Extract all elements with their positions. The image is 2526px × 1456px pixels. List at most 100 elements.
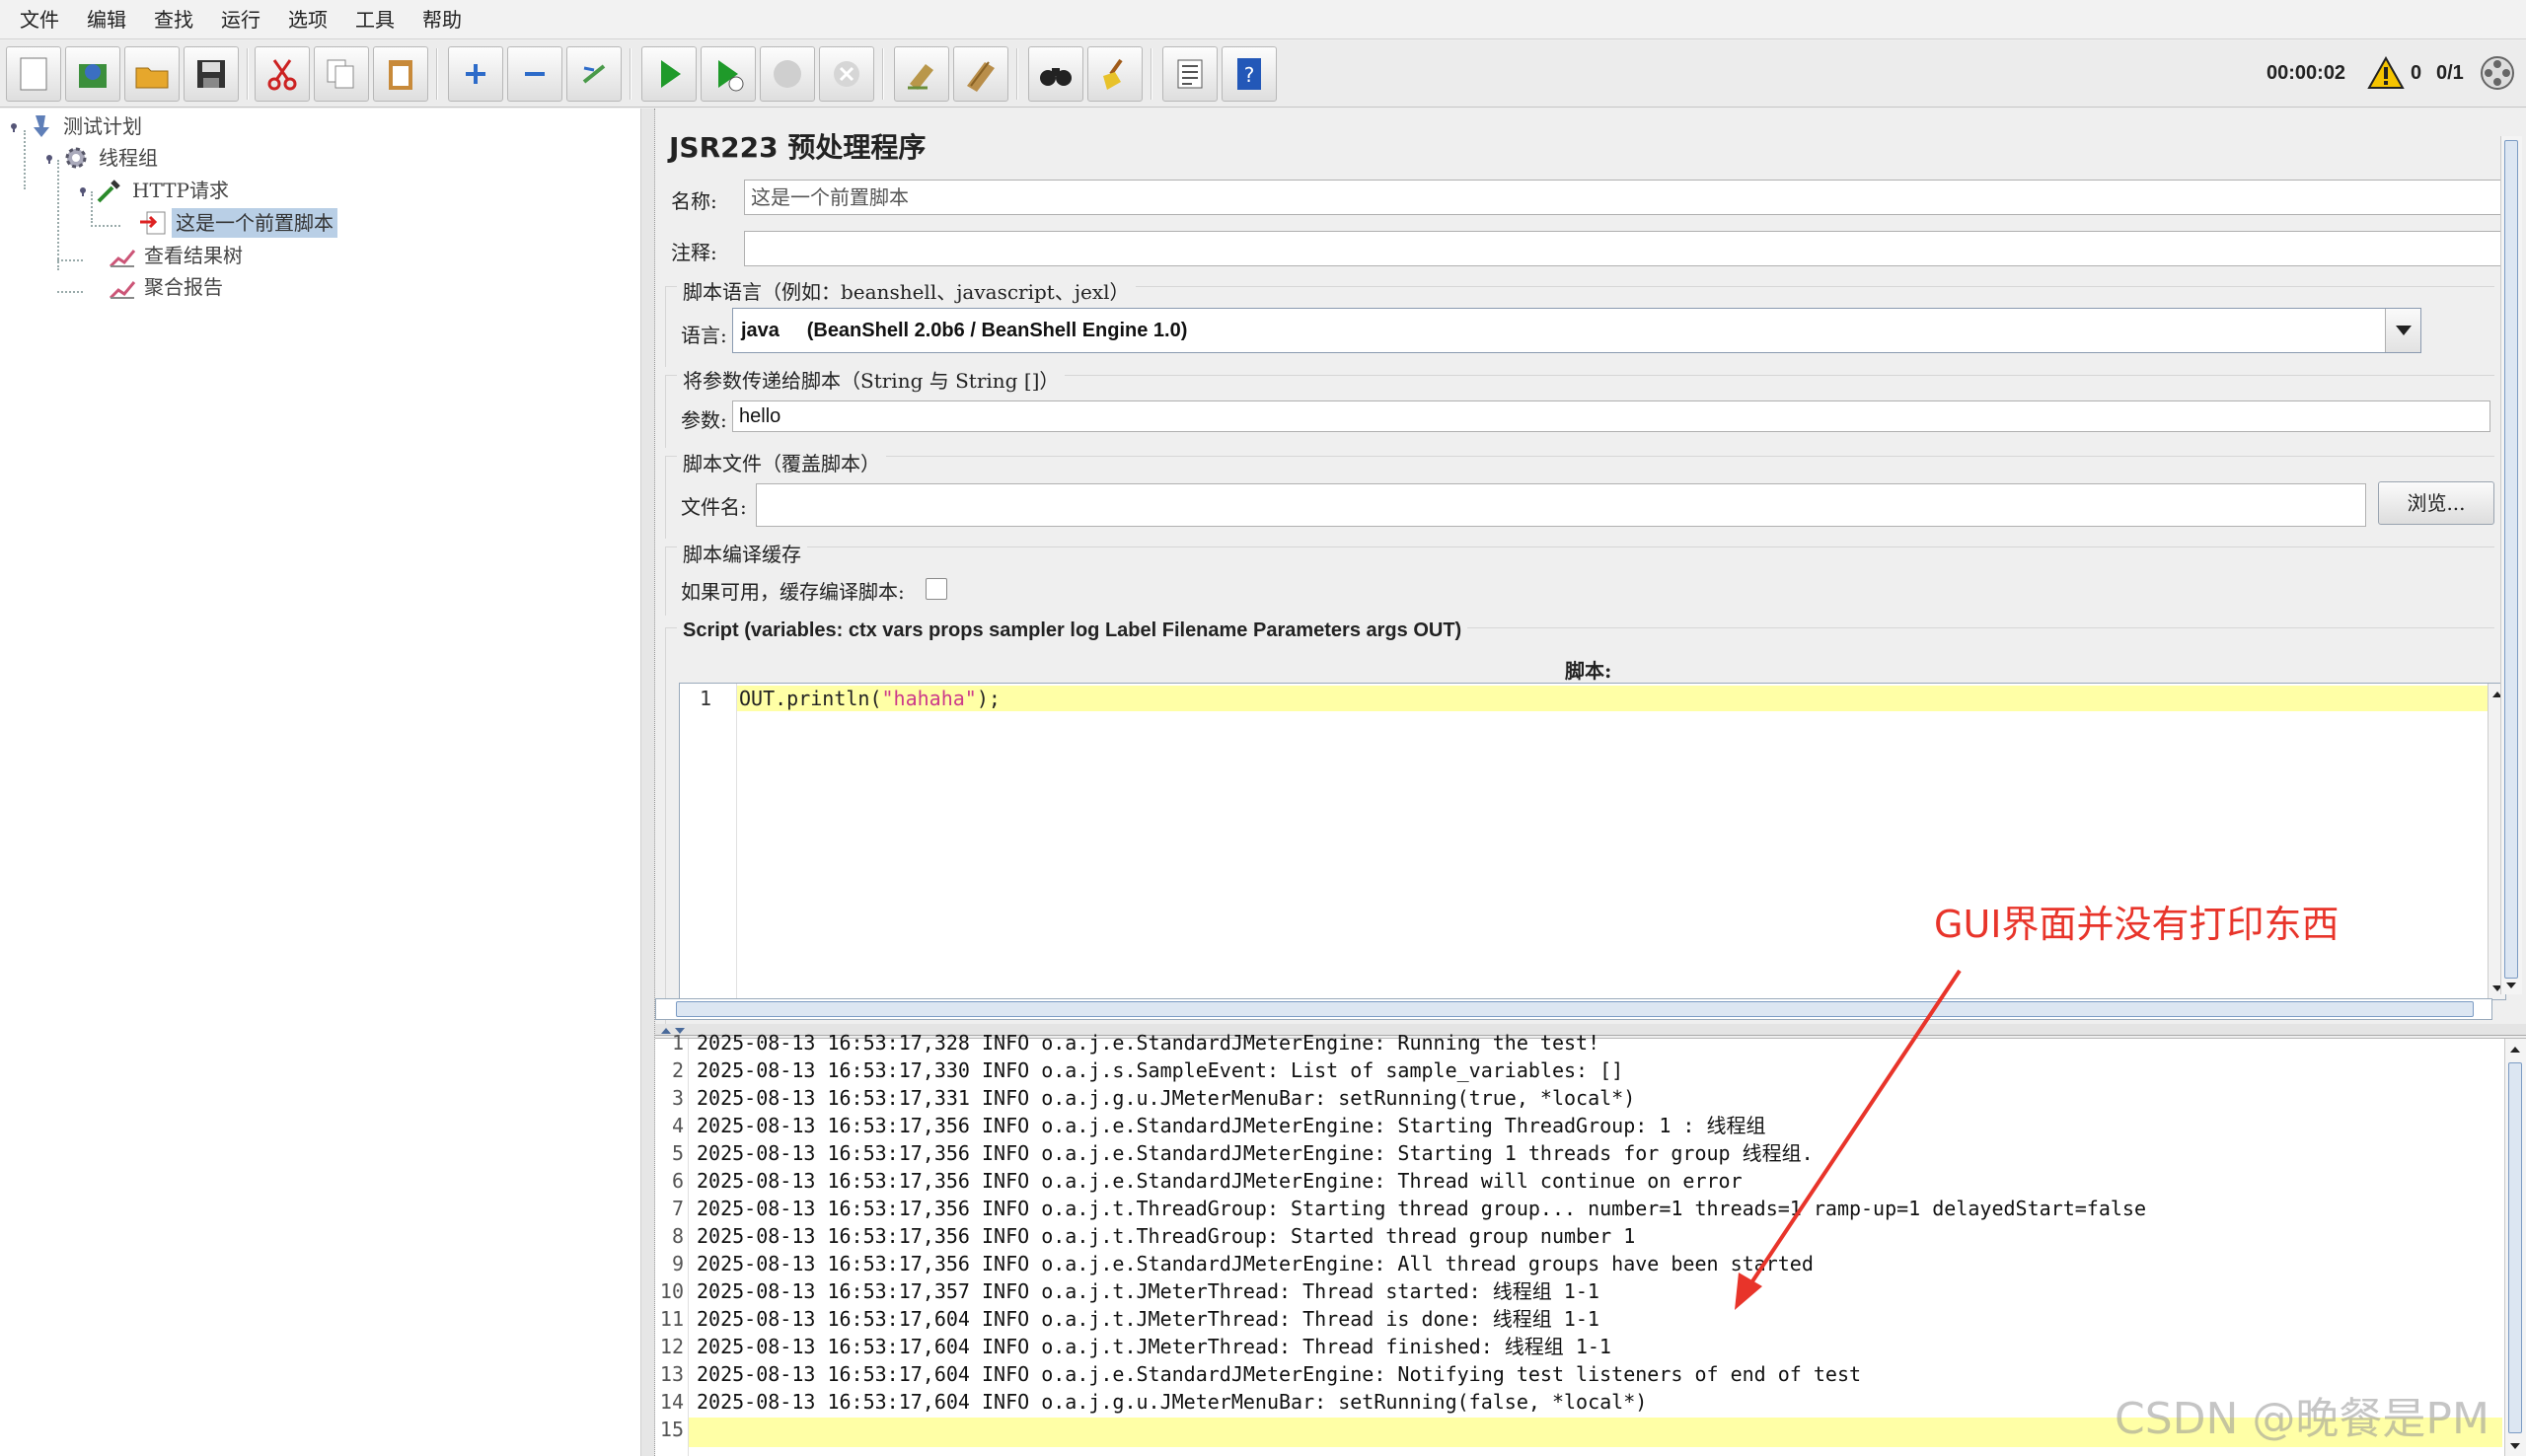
tree-toggle-icon[interactable] [77, 184, 89, 196]
log-line: 2025-08-13 16:53:17,604 INFO o.a.j.e.Sta… [697, 1362, 1862, 1386]
param-input[interactable]: hello [732, 400, 2490, 432]
log-gutter: 1 2 3 4 5 6 7 8 9 10 11 12 13 14 15 [655, 1031, 689, 1456]
log-line: 2025-08-13 16:53:17,604 INFO o.a.j.g.u.J… [697, 1390, 1648, 1414]
help-book-icon: ? [1237, 58, 1261, 90]
browse-button[interactable]: 浏览... [2378, 481, 2494, 525]
log-line: 2025-08-13 16:53:17,604 INFO o.a.j.t.JMe… [697, 1307, 1599, 1331]
clear-icon [908, 64, 933, 90]
new-button[interactable] [6, 46, 61, 102]
help-button[interactable]: ? [1222, 46, 1277, 102]
menu-edit[interactable]: 编辑 [73, 0, 140, 39]
play-icon [661, 60, 681, 88]
list-icon [1177, 59, 1203, 89]
open-button[interactable] [124, 46, 180, 102]
templates-icon [79, 64, 107, 88]
file-input[interactable] [756, 483, 2366, 527]
search-button[interactable] [1028, 46, 1083, 102]
toggle-button[interactable] [566, 46, 622, 102]
menu-help[interactable]: 帮助 [409, 0, 476, 39]
gear-icon [65, 147, 87, 169]
split-divider[interactable] [641, 109, 655, 1456]
scroll-down-icon[interactable] [2501, 977, 2521, 994]
listener-chart-icon [109, 250, 136, 268]
menu-run[interactable]: 运行 [207, 0, 274, 39]
param-label: 参数: [681, 408, 727, 432]
menu-options[interactable]: 选项 [274, 0, 341, 39]
log-line: 2025-08-13 16:53:17,357 INFO o.a.j.t.JMe… [697, 1279, 1599, 1303]
shutdown-button[interactable] [819, 46, 874, 102]
pipette-icon [97, 180, 120, 203]
toolbar: ? 00:00:02 0 0/1 [0, 40, 2526, 108]
param-section-title: 将参数传递给脚本（String 与 String []） [677, 365, 1066, 394]
open-folder-icon [135, 67, 169, 89]
tree-node-thread-group[interactable]: 线程组 [43, 143, 162, 173]
test-plan-icon [34, 115, 49, 137]
log-line: 2025-08-13 16:53:17,328 INFO o.a.j.e.Sta… [697, 1031, 1600, 1055]
log-line-number: 7 [671, 1197, 684, 1220]
language-selected: java (BeanShell 2.0b6 / BeanShell Engine… [741, 320, 1188, 341]
log-line-number: 8 [671, 1224, 684, 1248]
stop-button[interactable] [760, 46, 815, 102]
cut-button[interactable] [255, 46, 310, 102]
cache-label: 如果可用，缓存编译脚本: [681, 580, 905, 604]
paste-button[interactable] [373, 46, 428, 102]
name-input[interactable]: 这是一个前置脚本 [744, 180, 2502, 215]
chevron-down-icon[interactable] [2385, 309, 2420, 352]
save-icon [197, 60, 225, 88]
expand-button[interactable] [448, 46, 503, 102]
log-line-number: 5 [671, 1141, 684, 1165]
log-line-number: 6 [671, 1169, 684, 1193]
script-editor[interactable]: 1 OUT.println("hahaha"); [679, 683, 2506, 1000]
editor-gutter: 1 [680, 684, 737, 999]
run-status-icon [2481, 56, 2514, 90]
tree-node-http-request[interactable]: HTTP请求 [77, 176, 233, 205]
lang-label: 语言: [681, 324, 727, 347]
scroll-down-icon[interactable] [2505, 1437, 2525, 1455]
warning-icon[interactable] [2367, 56, 2405, 90]
editor-hscrollbar[interactable] [655, 998, 2492, 1020]
log-line-number: 4 [671, 1114, 684, 1137]
panel-vscrollbar[interactable] [2500, 136, 2522, 994]
clear-all-button[interactable] [953, 46, 1008, 102]
stop-icon [774, 60, 801, 88]
tree-node-aggregate-report[interactable]: 聚合报告 [107, 272, 227, 302]
tree-node-result-tree[interactable]: 查看结果树 [107, 241, 247, 270]
copy-button[interactable] [314, 46, 369, 102]
log-line-number: 9 [671, 1252, 684, 1275]
log-line-number: 15 [659, 1418, 684, 1441]
log-line: 2025-08-13 16:53:17,331 INFO o.a.j.g.u.J… [697, 1086, 1636, 1110]
start-button[interactable] [641, 46, 697, 102]
collapse-button[interactable] [507, 46, 562, 102]
tree-node-pre-script[interactable]: 这是一个前置脚本 [138, 208, 337, 238]
cache-section-title: 脚本编译缓存 [677, 539, 807, 567]
play-no-timers-icon [718, 60, 744, 92]
function-helper-button[interactable] [1162, 46, 1218, 102]
annotation-text: GUI界面并没有打印东西 [1934, 903, 2340, 946]
log-line-number: 13 [659, 1362, 684, 1386]
tree-toggle-icon[interactable] [43, 152, 55, 164]
comment-input[interactable] [744, 231, 2502, 266]
menu-search[interactable]: 查找 [140, 0, 207, 39]
code-line: OUT.println("hahaha"); [739, 687, 1001, 710]
tree-node-test-plan[interactable]: 测试计划 [8, 111, 146, 141]
hscroll-thumb[interactable] [676, 1001, 2474, 1017]
broom-icon [1103, 58, 1123, 90]
scroll-up-icon[interactable] [2505, 1041, 2525, 1058]
minus-icon [525, 72, 545, 76]
language-select[interactable]: java (BeanShell 2.0b6 / BeanShell Engine… [732, 308, 2421, 353]
start-no-pause-button[interactable] [701, 46, 756, 102]
save-button[interactable] [184, 46, 239, 102]
tree-toggle-icon[interactable] [8, 120, 20, 132]
log-vscrollbar[interactable] [2504, 1039, 2526, 1456]
menu-tools[interactable]: 工具 [341, 0, 409, 39]
cut-icon [267, 59, 297, 91]
reset-search-button[interactable] [1087, 46, 1143, 102]
error-count: 0 [2411, 62, 2422, 84]
clear-button[interactable] [894, 46, 949, 102]
templates-button[interactable] [65, 46, 120, 102]
cache-checkbox[interactable] [926, 578, 947, 600]
menu-file[interactable]: 文件 [6, 0, 73, 39]
listener-chart-icon [109, 281, 136, 300]
log-line-number: 1 [671, 1031, 684, 1055]
log-line: 2025-08-13 16:53:17,356 INFO o.a.j.e.Sta… [697, 1114, 1766, 1137]
